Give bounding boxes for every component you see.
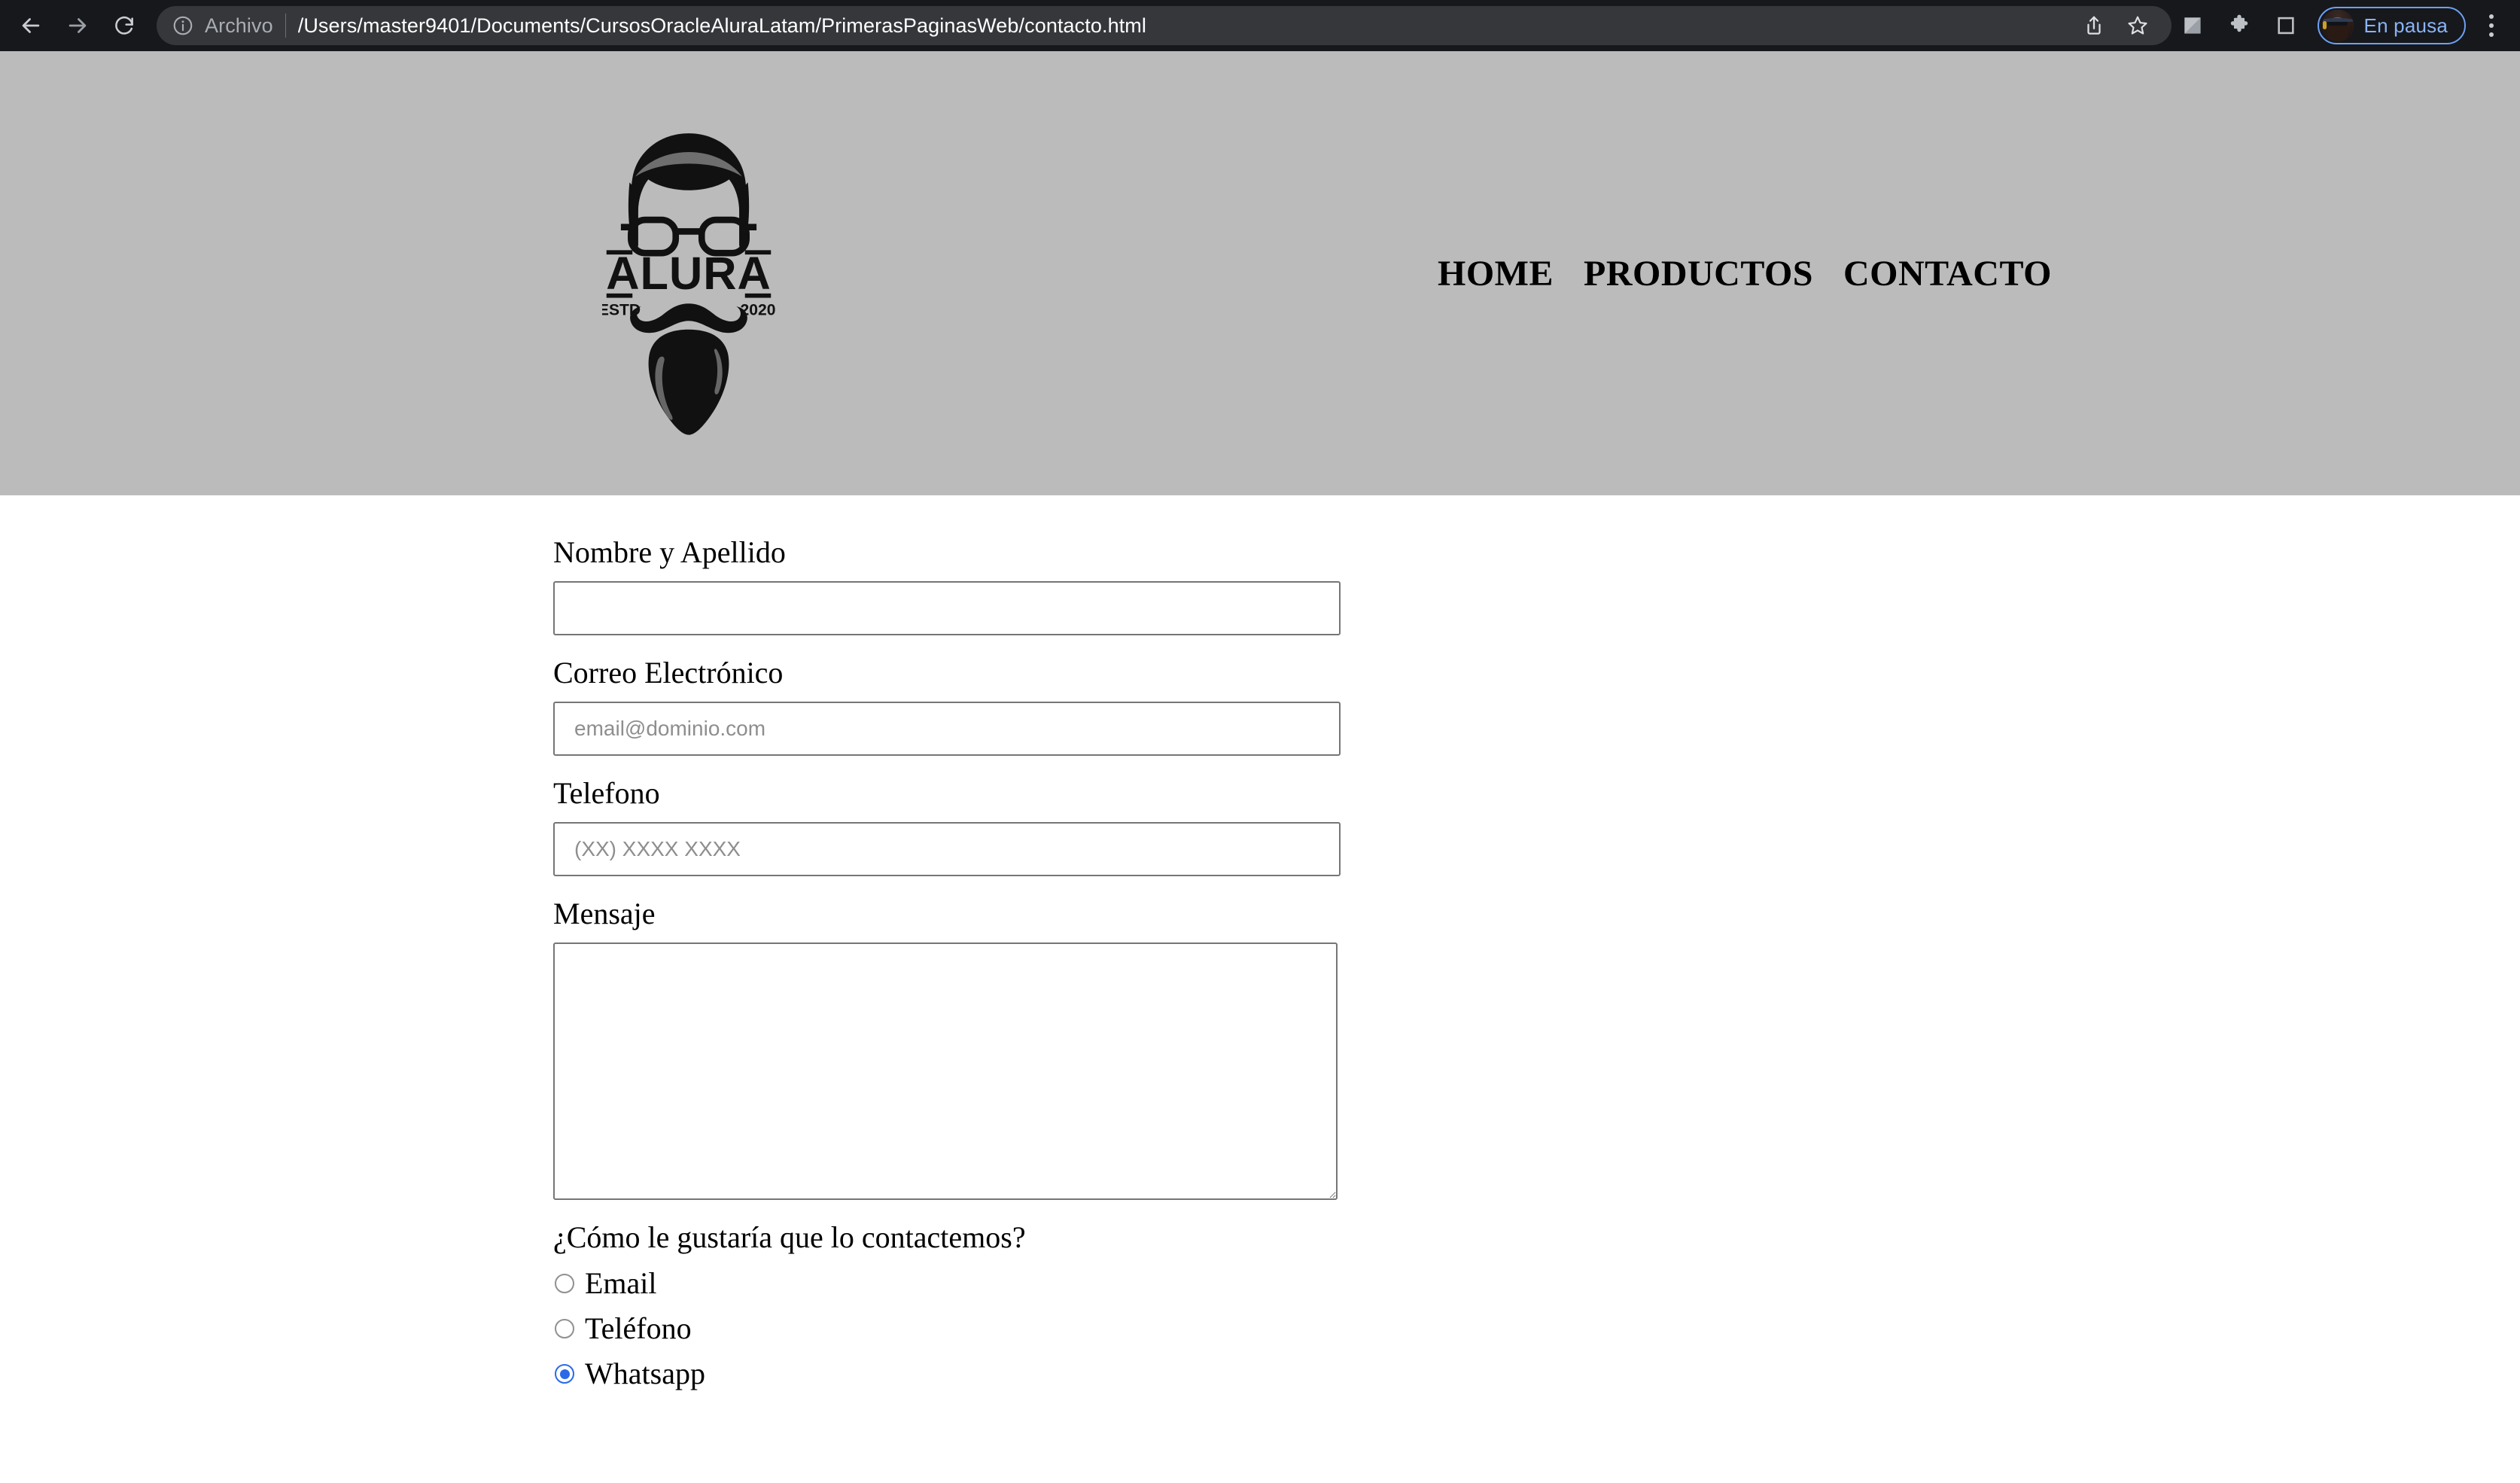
label-nombre: Nombre y Apellido — [553, 535, 786, 569]
browser-toolbar: Archivo /Users/master9401/Documents/Curs… — [0, 0, 2520, 51]
bookmark-button[interactable] — [2117, 5, 2158, 46]
radio-indicator-email[interactable] — [555, 1274, 574, 1293]
share-button[interactable] — [2074, 5, 2114, 46]
share-icon — [2086, 16, 2101, 35]
arrow-right-icon — [68, 18, 87, 33]
input-correo[interactable] — [553, 702, 1341, 756]
site-navigation: HOME PRODUCTOS CONTACTO — [1438, 253, 2052, 294]
site-info-button[interactable] — [172, 14, 194, 37]
label-mensaje: Mensaje — [553, 897, 656, 930]
address-bar[interactable]: Archivo /Users/master9401/Documents/Curs… — [157, 6, 2172, 45]
field-mensaje: Mensaje — [553, 896, 2520, 1200]
omnibox-divider — [285, 14, 286, 38]
input-mensaje[interactable] — [553, 942, 1338, 1200]
extensions-button[interactable] — [2218, 5, 2260, 47]
side-panel-icon — [2277, 17, 2294, 35]
three-dot-menu-icon[interactable] — [2473, 5, 2509, 47]
alura-barber-logo-graphic: ALURA ESTD 2020 — [602, 133, 775, 435]
split-square-icon — [2184, 17, 2201, 34]
reload-button[interactable] — [101, 2, 148, 49]
split-square-icon-button[interactable] — [2172, 5, 2214, 47]
radio-label-whatsapp: Whatsapp — [585, 1357, 705, 1390]
contact-preference-question: ¿Cómo le gustaría que lo contactemos? — [553, 1220, 1026, 1254]
star-icon — [2127, 16, 2147, 35]
radio-option-whatsapp[interactable]: Whatsapp — [553, 1351, 2520, 1396]
contact-form: Nombre y Apellido Correo Electrónico Tel… — [0, 495, 2520, 1396]
arrow-left-icon — [22, 18, 40, 33]
url-scheme-label: Archivo — [205, 14, 273, 37]
input-telefono[interactable] — [553, 822, 1341, 876]
extensions-puzzle-icon — [2230, 14, 2248, 32]
page-viewport: ALURA ESTD 2020 HOME PRODUCTOS CONTACTO … — [0, 51, 2520, 1483]
avatar — [2321, 10, 2354, 41]
alura-barber-logo[interactable]: ALURA ESTD 2020 — [602, 104, 775, 443]
field-telefono: Telefono — [553, 775, 2520, 876]
nav-link-home[interactable]: HOME — [1438, 253, 1554, 294]
profile-status-label: En pausa — [2363, 14, 2448, 37]
radio-label-email: Email — [585, 1266, 657, 1300]
contact-preference-group: ¿Cómo le gustaría que lo contactemos? Em… — [553, 1220, 2520, 1396]
field-nombre: Nombre y Apellido — [553, 534, 2520, 635]
side-panel-button[interactable] — [2265, 5, 2307, 47]
label-correo: Correo Electrónico — [553, 656, 784, 690]
navigation-buttons — [0, 2, 148, 49]
radio-label-telefono: Teléfono — [585, 1311, 692, 1345]
reload-icon — [115, 16, 133, 35]
svg-text:ALURA: ALURA — [606, 247, 771, 299]
label-telefono: Telefono — [553, 776, 660, 810]
profile-status-pill[interactable]: En pausa — [2317, 7, 2466, 44]
radio-indicator-telefono[interactable] — [555, 1319, 574, 1338]
browser-actions: En pausa — [2172, 5, 2520, 47]
site-header: ALURA ESTD 2020 HOME PRODUCTOS CONTACTO — [0, 51, 2520, 495]
radio-indicator-whatsapp[interactable] — [555, 1364, 574, 1384]
back-button[interactable] — [8, 2, 54, 49]
radio-option-email[interactable]: Email — [553, 1261, 2520, 1306]
nav-link-contacto[interactable]: CONTACTO — [1843, 253, 2052, 294]
field-correo: Correo Electrónico — [553, 655, 2520, 756]
nav-link-productos[interactable]: PRODUCTOS — [1584, 253, 1813, 294]
input-nombre[interactable] — [553, 581, 1341, 635]
url-text: /Users/master9401/Documents/CursosOracle… — [297, 14, 1146, 37]
info-circle-icon — [173, 16, 193, 35]
radio-option-telefono[interactable]: Teléfono — [553, 1306, 2520, 1351]
forward-button[interactable] — [54, 2, 101, 49]
omnibox-actions — [2059, 5, 2158, 46]
